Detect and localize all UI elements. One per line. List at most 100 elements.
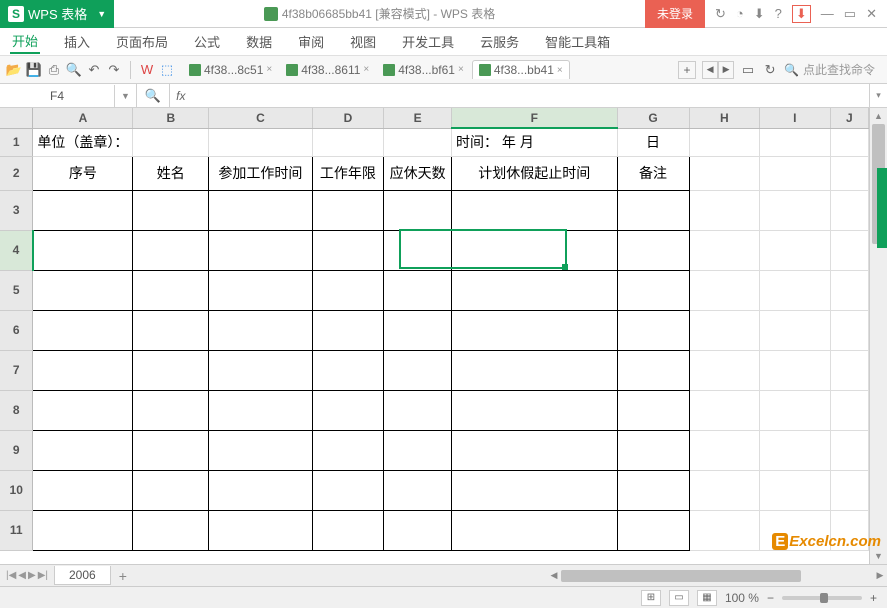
cell-H8[interactable]	[689, 390, 760, 430]
cell-H4[interactable]	[689, 230, 760, 270]
cell-B8[interactable]	[133, 390, 209, 430]
cell-E4[interactable]	[384, 230, 452, 270]
zoom-out-button[interactable]: −	[767, 591, 774, 605]
command-search[interactable]: 🔍 点此查找命令	[784, 61, 875, 78]
cell-F6[interactable]	[452, 310, 617, 350]
cell-E3[interactable]	[384, 190, 452, 230]
cell-A11[interactable]	[33, 510, 133, 550]
cell-A3[interactable]	[33, 190, 133, 230]
column-header-B[interactable]: B	[133, 108, 209, 128]
cell-G8[interactable]	[617, 390, 689, 430]
cell-F5[interactable]	[452, 270, 617, 310]
cell-H5[interactable]	[689, 270, 760, 310]
column-header-H[interactable]: H	[689, 108, 760, 128]
column-header-C[interactable]: C	[209, 108, 312, 128]
sync-icon[interactable]: ↻	[715, 6, 726, 22]
cell-E6[interactable]	[384, 310, 452, 350]
cell-A2[interactable]: 序号	[33, 156, 133, 190]
menu-视图[interactable]: 视图	[348, 30, 378, 53]
cell-D5[interactable]	[312, 270, 384, 310]
menu-页面布局[interactable]: 页面布局	[114, 30, 170, 53]
window-icon[interactable]: ▭	[740, 62, 756, 78]
formula-input[interactable]	[191, 85, 869, 107]
view-break-button[interactable]: ▦	[697, 590, 717, 606]
cell-A9[interactable]	[33, 430, 133, 470]
cell-B4[interactable]	[133, 230, 209, 270]
cell-H7[interactable]	[689, 350, 760, 390]
cell-B9[interactable]	[133, 430, 209, 470]
spreadsheet-grid[interactable]: ABCDEFGHIJ1单位（盖章）：时间： 年 月日2序号姓名参加工作时间工作年…	[0, 108, 869, 564]
row-header-11[interactable]: 11	[0, 510, 33, 550]
maximize-button[interactable]: ▭	[844, 6, 856, 22]
cell-H2[interactable]	[689, 156, 760, 190]
menu-开发工具[interactable]: 开发工具	[400, 30, 456, 53]
cell-G1[interactable]: 日	[617, 128, 689, 156]
row-header-2[interactable]: 2	[0, 156, 33, 190]
doc-tab[interactable]: 4f38...8c51×	[183, 61, 278, 79]
cell-F1[interactable]: 时间： 年 月	[452, 128, 617, 156]
cell-F8[interactable]	[452, 390, 617, 430]
column-header-G[interactable]: G	[617, 108, 689, 128]
cell-H11[interactable]	[689, 510, 760, 550]
name-box[interactable]	[0, 85, 115, 107]
fx-label[interactable]: fx	[170, 89, 191, 103]
cell-D11[interactable]	[312, 510, 384, 550]
column-header-D[interactable]: D	[312, 108, 384, 128]
cell-G6[interactable]	[617, 310, 689, 350]
redo-icon[interactable]: ↷	[106, 62, 122, 78]
help-icon[interactable]: ?	[775, 6, 782, 21]
cell-E8[interactable]	[384, 390, 452, 430]
zoom-handle[interactable]	[820, 593, 828, 603]
cell-J5[interactable]	[830, 270, 868, 310]
region-icon[interactable]: ◔	[736, 6, 744, 21]
cell-A8[interactable]	[33, 390, 133, 430]
expand-formulabar-button[interactable]: ▾	[869, 84, 887, 107]
menu-公式[interactable]: 公式	[192, 30, 222, 53]
column-header-A[interactable]: A	[33, 108, 133, 128]
menu-开始[interactable]: 开始	[10, 29, 40, 54]
doc-tab[interactable]: 4f38...8611×	[280, 61, 375, 79]
hscroll-track[interactable]	[561, 570, 873, 582]
doc-tab-close[interactable]: ×	[266, 64, 272, 75]
row-header-9[interactable]: 9	[0, 430, 33, 470]
cell-B5[interactable]	[133, 270, 209, 310]
cloud-icon[interactable]: ⬇	[754, 6, 765, 22]
app-badge[interactable]: S WPS 表格 ▼	[0, 0, 114, 28]
login-status[interactable]: 未登录	[645, 0, 705, 28]
menu-智能工具箱[interactable]: 智能工具箱	[543, 30, 612, 53]
cell-C4[interactable]	[209, 230, 312, 270]
undo-icon[interactable]: ↶	[86, 62, 102, 78]
cell-D6[interactable]	[312, 310, 384, 350]
cell-C11[interactable]	[209, 510, 312, 550]
app-dropdown-icon[interactable]: ▼	[97, 9, 106, 19]
cell-G5[interactable]	[617, 270, 689, 310]
cell-G7[interactable]	[617, 350, 689, 390]
row-header-3[interactable]: 3	[0, 190, 33, 230]
close-button[interactable]: ✕	[866, 6, 877, 22]
cell-D10[interactable]	[312, 470, 384, 510]
cell-C3[interactable]	[209, 190, 312, 230]
cell-I9[interactable]	[760, 430, 831, 470]
cell-B7[interactable]	[133, 350, 209, 390]
cell-G11[interactable]	[617, 510, 689, 550]
scroll-up-button[interactable]: ▲	[870, 108, 887, 124]
save-icon[interactable]: 💾	[26, 62, 42, 78]
cell-B2[interactable]: 姓名	[133, 156, 209, 190]
cell-G4[interactable]	[617, 230, 689, 270]
scroll-right-button[interactable]: ▶	[873, 570, 887, 581]
row-header-4[interactable]: 4	[0, 230, 33, 270]
cell-J10[interactable]	[830, 470, 868, 510]
cell-B6[interactable]	[133, 310, 209, 350]
wps-w-icon[interactable]: W	[139, 62, 155, 78]
cell-B3[interactable]	[133, 190, 209, 230]
doc-tab[interactable]: 4f38...bb41×	[472, 60, 570, 79]
cell-F7[interactable]	[452, 350, 617, 390]
cell-C2[interactable]: 参加工作时间	[209, 156, 312, 190]
cell-B1[interactable]	[133, 128, 209, 156]
cell-J9[interactable]	[830, 430, 868, 470]
cell-J11[interactable]	[830, 510, 868, 550]
open-icon[interactable]: 📂	[6, 62, 22, 78]
cell-J4[interactable]	[830, 230, 868, 270]
cell-F4[interactable]	[452, 230, 617, 270]
row-header-6[interactable]: 6	[0, 310, 33, 350]
